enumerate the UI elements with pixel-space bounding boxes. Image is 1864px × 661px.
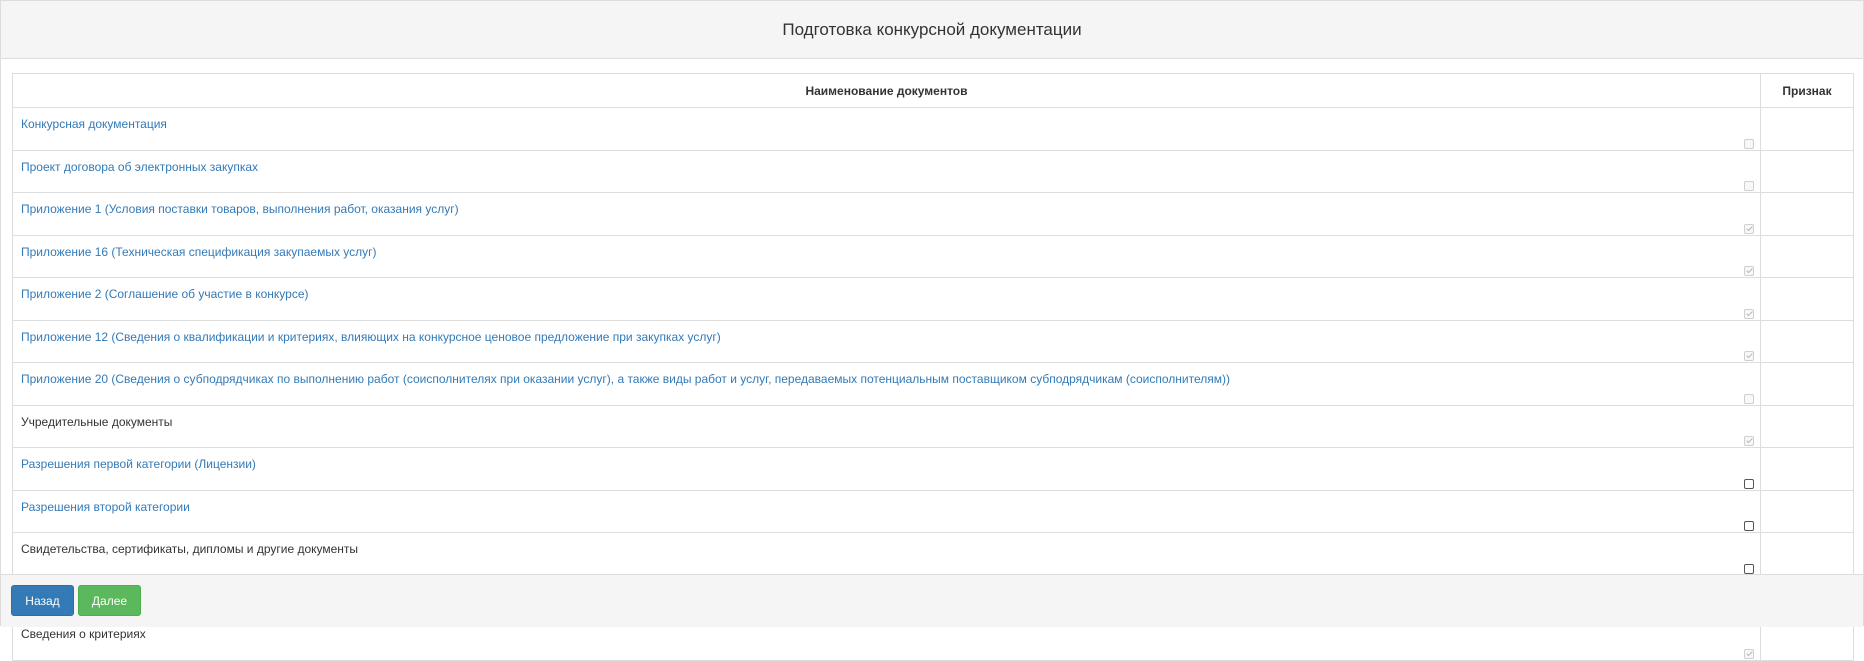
table-row: Конкурсная документация (12, 107, 1854, 151)
document-link[interactable]: Приложение 12 (Сведения о квалификации и… (21, 330, 721, 344)
document-link[interactable]: Конкурсная документация (21, 117, 167, 131)
document-checkbox (1744, 181, 1754, 191)
next-button[interactable]: Далее (78, 585, 141, 616)
flag-cell (1760, 234, 1854, 278)
document-link[interactable]: Приложение 16 (Техническая спецификация … (21, 245, 377, 259)
document-link[interactable]: Разрешения второй категории (21, 500, 190, 514)
flag-cell (1760, 532, 1854, 576)
document-link[interactable]: Приложение 1 (Условия поставки товаров, … (21, 202, 459, 216)
back-button[interactable]: Назад (11, 585, 74, 616)
document-link[interactable]: Проект договора об электронных закупках (21, 160, 258, 174)
table-row: Приложение 1 (Условия поставки товаров, … (12, 192, 1854, 236)
document-name-cell: Проект договора об электронных закупках (12, 149, 1761, 193)
document-name-cell: Конкурсная документация (12, 107, 1761, 151)
document-name-cell: Приложение 12 (Сведения о квалификации и… (12, 319, 1761, 363)
document-checkbox (1744, 138, 1754, 149)
document-checkbox (1744, 223, 1754, 234)
document-label: Сведения о критериях (21, 627, 146, 641)
table-row: Проект договора об электронных закупках (12, 149, 1854, 193)
document-name-cell: Приложение 2 (Соглашение об участие в ко… (12, 277, 1761, 321)
document-checkbox (1744, 393, 1754, 404)
document-name-cell: Свидетельства, сертификаты, дипломы и др… (12, 532, 1761, 576)
flag-cell (1760, 277, 1854, 321)
document-label: Свидетельства, сертификаты, дипломы и др… (21, 542, 359, 556)
document-name-cell: Приложение 1 (Условия поставки товаров, … (12, 192, 1761, 236)
table-row: Приложение 20 (Сведения о субподрядчиках… (12, 362, 1854, 406)
flag-cell (1760, 489, 1854, 533)
page-title: Подготовка конкурсной документации (782, 19, 1082, 39)
document-checkbox[interactable] (1744, 478, 1754, 489)
document-checkbox (1744, 351, 1754, 361)
column-header-name: Наименование документов (12, 73, 1761, 108)
document-checkbox[interactable] (1744, 521, 1754, 531)
document-link[interactable]: Разрешения первой категории (Лицензии) (21, 457, 256, 471)
table-row: Разрешения второй категории (12, 489, 1854, 533)
document-checkbox (1744, 648, 1754, 659)
panel-body: Наименование документов Признак Конкурсн… (1, 59, 1863, 661)
table-row: Разрешения первой категории (Лицензии) (12, 447, 1854, 491)
flag-cell (1760, 447, 1854, 491)
table-row: Учредительные документы (12, 404, 1854, 448)
document-checkbox[interactable] (1744, 563, 1754, 574)
documents-table: Наименование документов Признак Конкурсн… (12, 73, 1854, 661)
flag-cell (1760, 319, 1854, 363)
flag-cell (1760, 404, 1854, 448)
panel-heading: Подготовка конкурсной документации (1, 1, 1863, 59)
document-checkbox (1744, 436, 1754, 446)
document-label: Учредительные документы (21, 414, 173, 429)
table-header-row: Наименование документов Признак (12, 73, 1854, 108)
document-checkbox (1744, 308, 1754, 319)
table-row: Приложение 16 (Техническая спецификация … (12, 234, 1854, 278)
document-name-cell: Учредительные документы (12, 404, 1761, 448)
panel-footer: Назад Далее (1, 574, 1863, 627)
flag-cell (1760, 362, 1854, 406)
table-row: Приложение 12 (Сведения о квалификации и… (12, 319, 1854, 363)
flag-cell (1760, 149, 1854, 193)
document-name-cell: Приложение 20 (Сведения о субподрядчиках… (12, 362, 1761, 406)
document-link[interactable]: Приложение 20 (Сведения о субподрядчиках… (21, 372, 1230, 386)
document-link[interactable]: Приложение 2 (Соглашение об участие в ко… (21, 287, 309, 301)
column-header-flag: Признак (1760, 73, 1854, 108)
document-name-cell: Приложение 16 (Техническая спецификация … (12, 234, 1761, 278)
document-checkbox (1744, 266, 1754, 276)
document-name-cell: Разрешения первой категории (Лицензии) (12, 447, 1761, 491)
table-row: Свидетельства, сертификаты, дипломы и др… (12, 532, 1854, 576)
flag-cell (1760, 107, 1854, 151)
documents-panel: Подготовка конкурсной документации Наиме… (0, 0, 1864, 661)
flag-cell (1760, 192, 1854, 236)
table-row: Приложение 2 (Соглашение об участие в ко… (12, 277, 1854, 321)
document-name-cell: Разрешения второй категории (12, 489, 1761, 533)
